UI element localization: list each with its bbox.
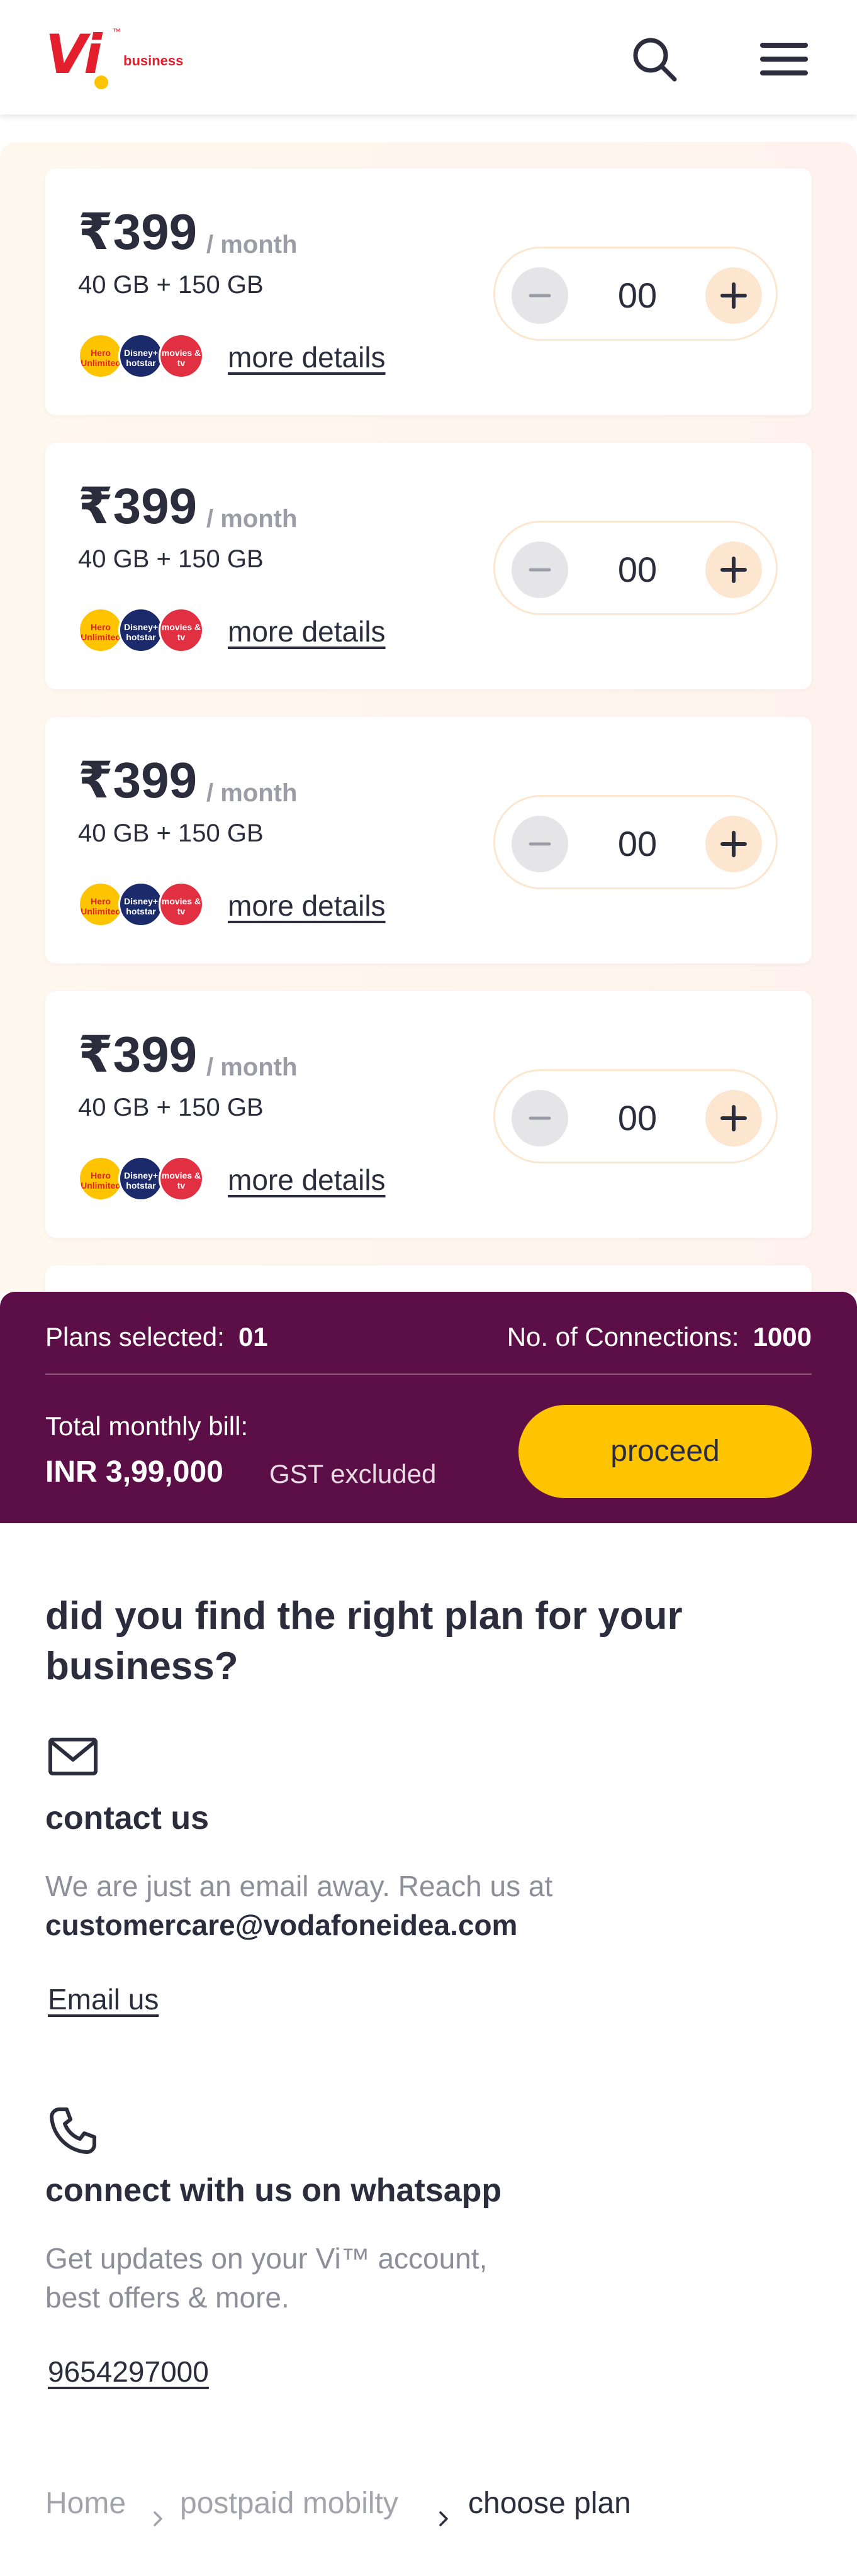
whatsapp-phone-link[interactable]: 9654297000: [48, 2352, 209, 2391]
email-us-link[interactable]: Email us: [48, 1980, 159, 2019]
logo-vi-text: Vi: [45, 23, 103, 86]
connections-label: No. of Connections:: [507, 1322, 739, 1352]
plan-price: ₹399: [78, 478, 198, 534]
minus-icon[interactable]: [512, 541, 568, 598]
quantity-stepper: 00: [493, 247, 778, 341]
plans-selected: Plans selected: 01: [45, 1318, 268, 1356]
minus-icon[interactable]: [512, 267, 568, 324]
logo-tm: ™: [112, 26, 121, 36]
total-bill-label: Total monthly bill:: [45, 1411, 249, 1441]
movies-tv-icon: movies & tv: [159, 608, 204, 653]
whatsapp-title: connect with us on whatsapp: [45, 2172, 502, 2209]
plan-card: ₹399 / month 40 GB + 150 GB Hero Unlimit…: [45, 717, 812, 963]
selection-summary-bar: Plans selected: 01 No. of Connections: 100…: [0, 1292, 857, 1523]
plus-icon[interactable]: [705, 816, 762, 872]
more-details-link[interactable]: more details: [228, 340, 386, 375]
site-header: Vi ™ business: [0, 0, 857, 114]
movies-tv-icon: movies & tv: [159, 1156, 204, 1201]
chevron-right-icon: [150, 2496, 166, 2526]
contact-us-title: contact us: [45, 1800, 210, 1836]
movies-tv-icon: movies & tv: [159, 333, 204, 379]
disney-hotstar-icon: Disney+ hotstar: [118, 882, 164, 927]
breadcrumb-current: choose plan: [468, 2487, 631, 2520]
logo-business-text: business: [123, 53, 184, 69]
disney-hotstar-icon: Disney+ hotstar: [118, 333, 164, 379]
plan-price: ₹399: [78, 204, 198, 260]
whatsapp-text-line1: Get updates on your Vi™ account,: [45, 2242, 488, 2275]
plans-selected-label: Plans selected:: [45, 1322, 225, 1352]
plan-price: ₹399: [78, 1026, 198, 1082]
disney-hotstar-icon: Disney+ hotstar: [118, 1156, 164, 1201]
plan-data-allowance: 40 GB + 150 GB: [78, 545, 264, 573]
plan-data-allowance: 40 GB + 150 GB: [78, 1094, 264, 1121]
plus-icon[interactable]: [705, 1090, 762, 1146]
hero-unlimited-icon: Hero Unlimited: [78, 882, 123, 927]
ott-benefits: Hero Unlimited Disney+ hotstar movies & …: [78, 882, 204, 927]
plan-data-allowance: 40 GB + 150 GB: [78, 271, 264, 299]
quantity-value[interactable]: 00: [581, 816, 694, 872]
quantity-stepper: 00: [493, 795, 778, 889]
help-heading: did you find the right plan for your bus…: [45, 1594, 683, 1688]
breadcrumb-postpaid[interactable]: postpaid mobilty: [180, 2482, 398, 2526]
disney-hotstar-icon: Disney+ hotstar: [118, 608, 164, 653]
contact-email[interactable]: customercare@vodafoneidea.com: [45, 1906, 517, 1945]
plan-period: / month: [206, 505, 298, 533]
quantity-stepper: 00: [493, 521, 778, 615]
plan-card: ₹399 / month 40 GB + 150 GB Hero Unlimit…: [45, 169, 812, 415]
plan-card: ₹399 / month 40 GB + 150 GB Hero Unlimit…: [45, 991, 812, 1238]
breadcrumb-home[interactable]: Home: [45, 2482, 126, 2526]
plus-icon[interactable]: [705, 267, 762, 324]
connections-count: No. of Connections: 1000: [507, 1318, 812, 1356]
quantity-value[interactable]: 00: [581, 1090, 694, 1146]
contact-us-text: We are just an email away. Reach us at: [45, 1870, 553, 1902]
hero-unlimited-icon: Hero Unlimited: [78, 608, 123, 653]
proceed-button[interactable]: proceed: [518, 1405, 812, 1498]
plan-period: / month: [206, 1053, 298, 1081]
plan-price: ₹399: [78, 752, 198, 808]
plan-period: / month: [206, 779, 298, 807]
vi-business-logo[interactable]: Vi ™ business: [45, 26, 190, 89]
plan-data-allowance: 40 GB + 150 GB: [78, 819, 264, 847]
more-details-link[interactable]: more details: [228, 1162, 386, 1197]
quantity-stepper: 00: [493, 1069, 778, 1163]
connections-value: 1000: [753, 1322, 812, 1352]
ott-benefits: Hero Unlimited Disney+ hotstar movies & …: [78, 1156, 204, 1201]
gst-note: GST excluded: [269, 1459, 437, 1489]
hero-unlimited-icon: Hero Unlimited: [78, 333, 123, 379]
quantity-value[interactable]: 00: [581, 267, 694, 324]
movies-tv-icon: movies & tv: [159, 882, 204, 927]
hero-unlimited-icon: Hero Unlimited: [78, 1156, 123, 1201]
search-icon[interactable]: [628, 33, 681, 86]
whatsapp-text-line2: best offers & more.: [45, 2281, 289, 2314]
total-bill-value: INR 3,99,000: [45, 1455, 223, 1489]
minus-icon[interactable]: [512, 1090, 568, 1146]
quantity-value[interactable]: 00: [581, 541, 694, 598]
plus-icon[interactable]: [705, 541, 762, 598]
hamburger-menu-icon[interactable]: [758, 33, 810, 86]
summary-divider: [45, 1374, 812, 1375]
chevron-right-icon: [435, 2496, 452, 2526]
more-details-link[interactable]: more details: [228, 888, 386, 923]
mail-icon: [48, 1736, 98, 1777]
ott-benefits: Hero Unlimited Disney+ hotstar movies & …: [78, 608, 204, 653]
phone-icon: [48, 2106, 98, 2156]
plans-selected-value: 01: [238, 1322, 268, 1352]
logo-dot: [94, 75, 108, 89]
plan-card: ₹399 / month 40 GB + 150 GB Hero Unlimit…: [45, 443, 812, 689]
plan-period: / month: [206, 231, 298, 258]
ott-benefits: Hero Unlimited Disney+ hotstar movies & …: [78, 333, 204, 379]
minus-icon[interactable]: [512, 816, 568, 872]
more-details-link[interactable]: more details: [228, 614, 386, 649]
